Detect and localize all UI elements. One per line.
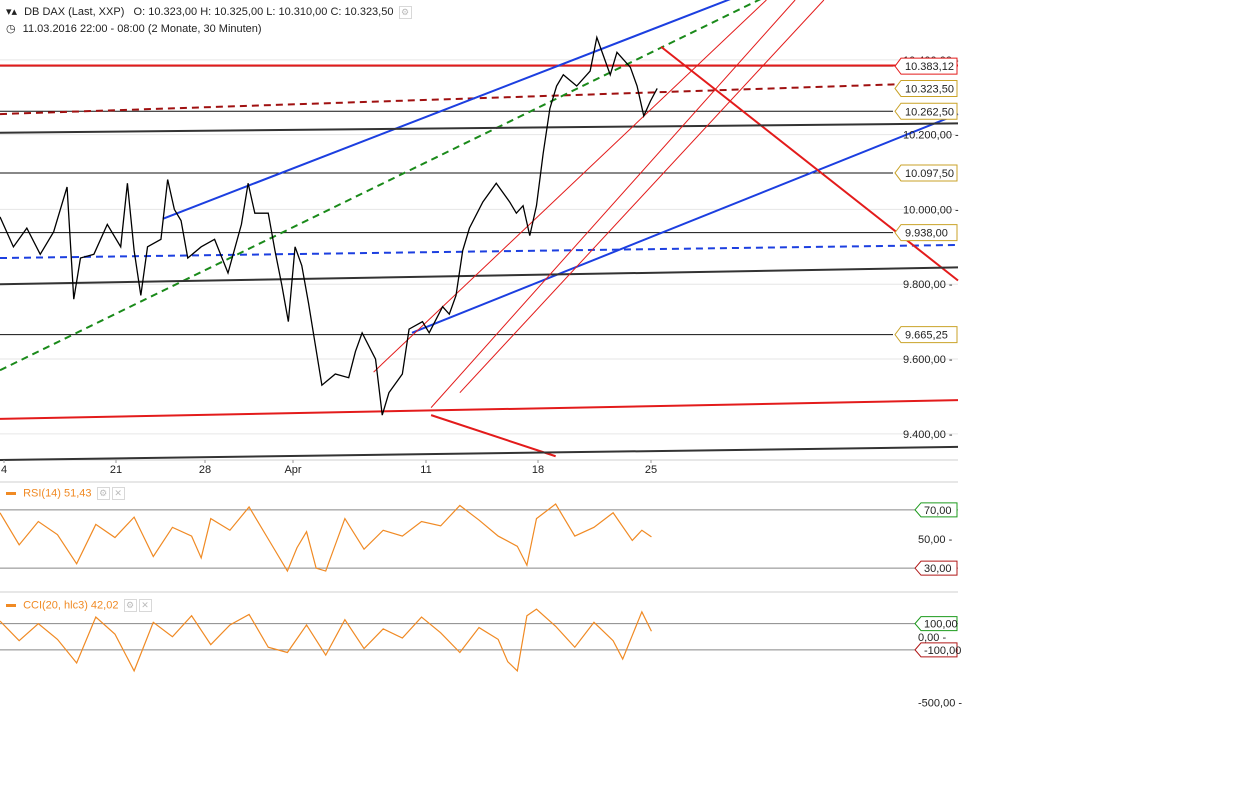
cci-settings-icon[interactable]: ⚙ bbox=[123, 599, 137, 612]
trend-line bbox=[0, 122, 959, 134]
rsi-legend: RSI(14) 51,43 ⚙ ✕ bbox=[6, 487, 125, 500]
cci-legend-label: CCI(20, hlc3) 42,02 bbox=[23, 599, 119, 612]
instrument-header: ▾▴ DB DAX (Last, XXP) O: 10.323,00 H: 10… bbox=[6, 5, 412, 19]
x-tick-label: 11 bbox=[420, 464, 431, 476]
trend-line bbox=[0, 81, 959, 116]
rsi-y-tick-label: 50,00 - bbox=[918, 534, 953, 546]
trend-line bbox=[430, 0, 796, 408]
y-tick-label: 10.000,00 - bbox=[903, 204, 959, 216]
trend-line bbox=[0, 243, 959, 260]
range-text: 11.03.2016 22:00 - 08:00 (2 Monate, 30 M… bbox=[22, 23, 262, 35]
price-tag-label: 9.665,25 bbox=[905, 330, 948, 342]
cci-y-tick-label: -500,00 - bbox=[918, 697, 962, 709]
settings-icon[interactable]: ⚙ bbox=[398, 5, 412, 19]
trend-line bbox=[430, 414, 556, 458]
trend-line bbox=[0, 445, 959, 461]
x-tick-label: 28 bbox=[199, 464, 211, 476]
cci-legend: CCI(20, hlc3) 42,02 ⚙ ✕ bbox=[6, 599, 152, 612]
price-tag-label: 9.938,00 bbox=[905, 228, 948, 240]
price-tag-label: 10.097,50 bbox=[905, 168, 954, 180]
trend-line bbox=[459, 0, 825, 394]
x-tick-label: 4 bbox=[1, 464, 7, 476]
x-tick-label: Apr bbox=[284, 464, 301, 476]
price-tag-label: 10.323,50 bbox=[905, 83, 954, 95]
x-tick-label: 25 bbox=[645, 464, 657, 476]
rsi-close-icon[interactable]: ✕ bbox=[111, 487, 125, 500]
rsi-line bbox=[0, 503, 652, 573]
cci-close-icon[interactable]: ✕ bbox=[138, 599, 152, 612]
clock-icon: ◷ bbox=[6, 23, 16, 35]
chart-canvas: 10.400,00 -10.200,00 -10.000,00 -9.800,0… bbox=[0, 0, 962, 709]
trend-line bbox=[373, 0, 767, 373]
rsi-settings-icon[interactable]: ⚙ bbox=[96, 487, 110, 500]
y-tick-label: 9.800,00 - bbox=[903, 279, 953, 291]
y-tick-label: 9.600,00 - bbox=[903, 354, 953, 366]
trend-line bbox=[0, 399, 959, 420]
range-row: ◷ 11.03.2016 22:00 - 08:00 (2 Monate, 30… bbox=[6, 22, 262, 35]
price-tag-label: 10.262,50 bbox=[905, 106, 954, 118]
cci-y-tick-label: 0,00 - bbox=[918, 632, 946, 644]
x-tick-label: 18 bbox=[532, 464, 544, 476]
bar-chart-icon: ▾▴ bbox=[6, 6, 18, 18]
rsi-swatch bbox=[6, 492, 16, 495]
price-tag-label: 10.383,12 bbox=[905, 61, 954, 73]
instrument-name: DB DAX (Last, XXP) bbox=[24, 6, 125, 18]
cci-swatch bbox=[6, 604, 16, 607]
ohlc-values: O: 10.323,00 H: 10.325,00 L: 10.310,00 C… bbox=[133, 6, 394, 18]
trend-line bbox=[411, 113, 959, 334]
x-tick-label: 21 bbox=[110, 464, 122, 476]
rsi-level-label: 70,00 bbox=[924, 505, 952, 517]
trend-line bbox=[0, 0, 762, 372]
rsi-legend-label: RSI(14) 51,43 bbox=[23, 487, 92, 500]
y-tick-label: 10.200,00 - bbox=[903, 130, 959, 142]
rsi-level-label: 30,00 bbox=[924, 563, 952, 575]
price-line bbox=[0, 34, 658, 416]
cci-level-label: 100,00 bbox=[924, 619, 958, 631]
cci-level-label: -100,00 bbox=[924, 645, 961, 657]
y-tick-label: 9.400,00 - bbox=[903, 429, 953, 441]
cci-line bbox=[0, 608, 652, 673]
